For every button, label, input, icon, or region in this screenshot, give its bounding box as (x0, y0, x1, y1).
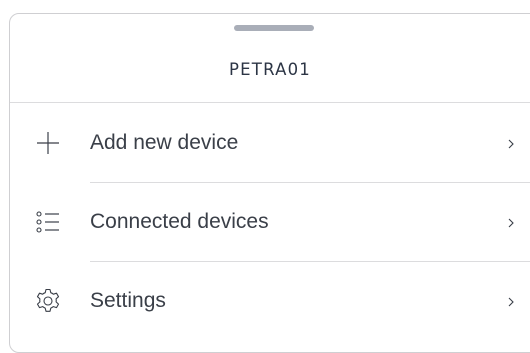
list-icon (34, 208, 62, 236)
chevron-right-icon (506, 216, 516, 228)
gear-icon (34, 287, 62, 315)
chevron-right-icon (506, 295, 516, 307)
bottom-sheet: PETRA01 Add new device Connected devices… (9, 13, 530, 353)
chevron-right-icon (506, 137, 516, 149)
settings-item[interactable]: Settings (10, 262, 530, 340)
add-new-device-item[interactable]: Add new device (10, 104, 530, 182)
sheet-title: PETRA01 (229, 60, 311, 79)
add-new-device-label: Add new device (90, 131, 239, 154)
connected-devices-label: Connected devices (90, 210, 269, 233)
plus-icon (34, 129, 62, 157)
header-divider (10, 102, 530, 103)
connected-devices-item[interactable]: Connected devices (10, 183, 530, 261)
sheet-grabber-handle[interactable] (234, 25, 314, 31)
settings-label: Settings (90, 289, 166, 312)
